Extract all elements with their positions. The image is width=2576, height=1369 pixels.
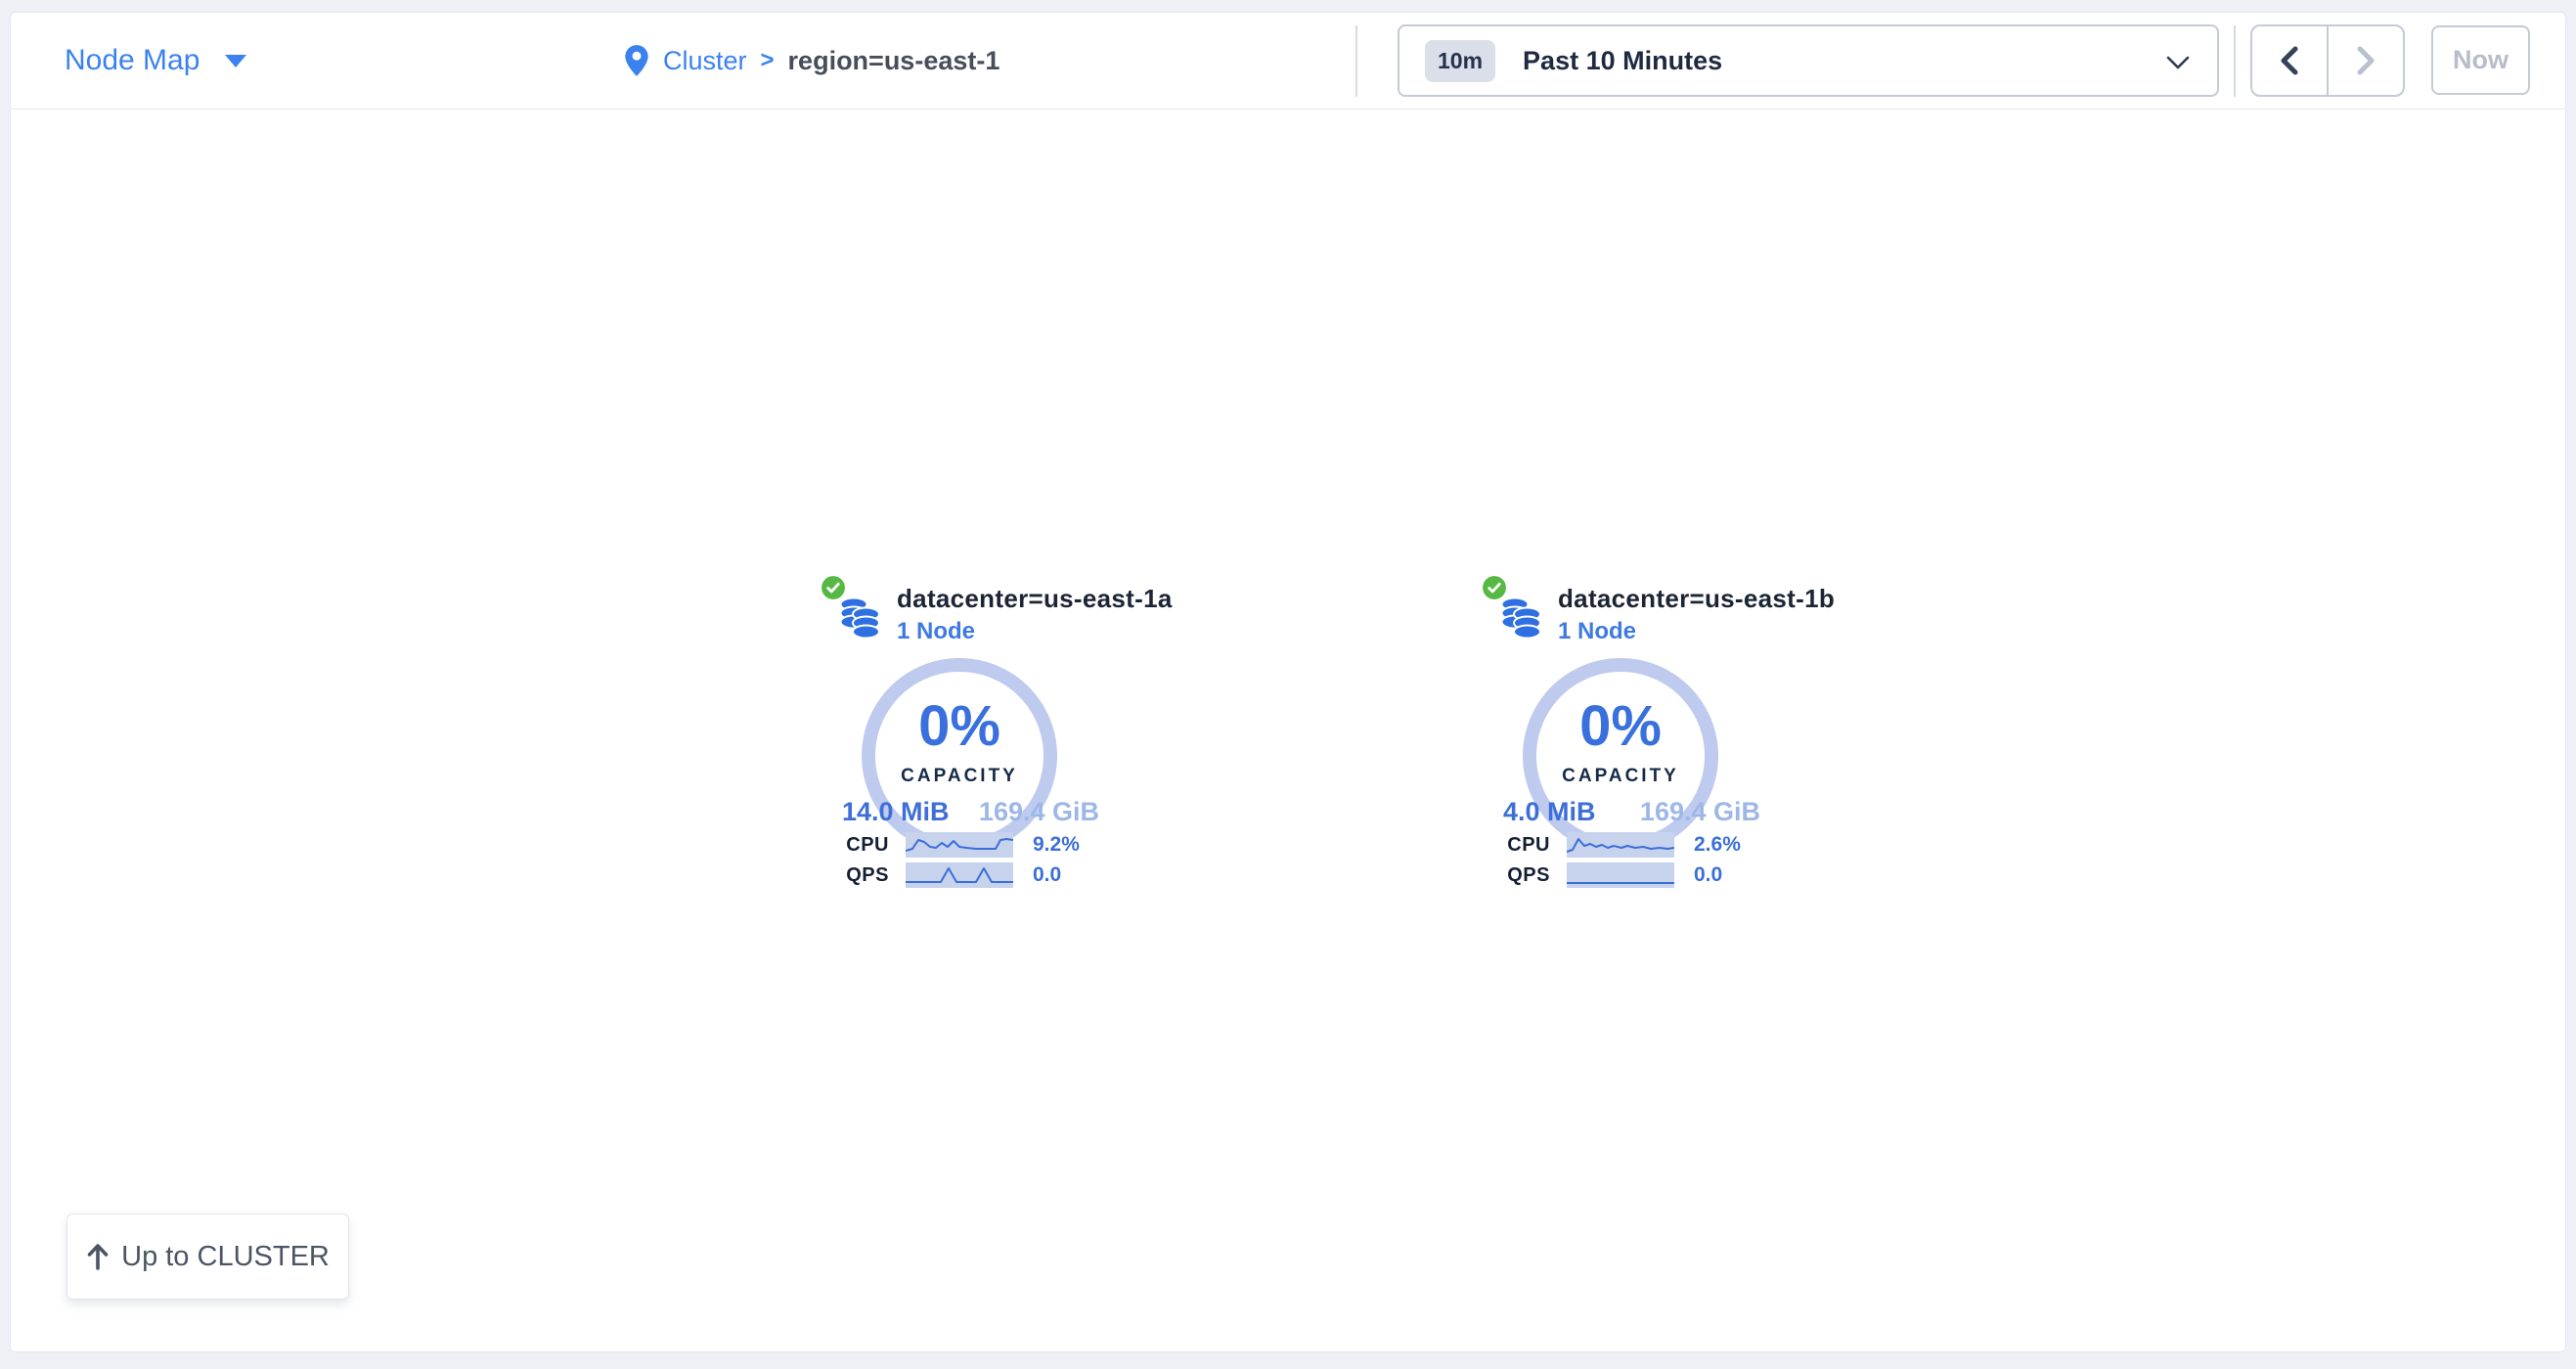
- time-window-badge: 10m: [1425, 40, 1495, 82]
- chevron-down-icon: [2166, 56, 2190, 70]
- node-map-panel: Node Map Cluster > region=us-east-1 10m …: [10, 12, 2566, 1352]
- chevron-right-icon: [2356, 46, 2376, 75]
- capacity-range: 14.0 MiB 169.4 GiB: [842, 797, 1099, 827]
- qps-metric-row: QPS 0.0: [793, 862, 1126, 888]
- qps-sparkline: [1567, 862, 1674, 888]
- cpu-label: CPU: [793, 834, 889, 857]
- header-bar: Node Map Cluster > region=us-east-1 10m …: [11, 13, 2565, 110]
- time-nav-group: [2250, 24, 2405, 97]
- time-prev-button[interactable]: [2252, 26, 2329, 95]
- datacenter-card-us-east-1b[interactable]: datacenter=us-east-1b 1 Node 0% CAPACITY…: [1454, 576, 1787, 912]
- view-selector-dropdown[interactable]: Node Map: [65, 13, 246, 109]
- breadcrumb-current-region: region=us-east-1: [788, 46, 1000, 76]
- healthy-check-icon: [822, 576, 845, 599]
- datacenter-card-us-east-1a[interactable]: datacenter=us-east-1a 1 Node 0% CAPACITY…: [793, 576, 1126, 912]
- cpu-sparkline: [1567, 832, 1674, 858]
- cpu-label: CPU: [1454, 834, 1550, 857]
- view-selector-label: Node Map: [65, 44, 200, 77]
- qps-value: 0.0: [1694, 863, 1722, 887]
- cpu-metric-row: CPU 2.6%: [1454, 832, 1787, 858]
- cpu-sparkline: [906, 832, 1013, 858]
- qps-label: QPS: [1454, 864, 1550, 887]
- cpu-value: 9.2%: [1033, 833, 1080, 857]
- capacity-percent: 0%: [862, 693, 1057, 759]
- time-next-button[interactable]: [2329, 26, 2403, 95]
- database-stack-icon: [839, 595, 880, 641]
- now-button[interactable]: Now: [2431, 25, 2530, 95]
- datacenter-node-count: 1 Node: [897, 618, 975, 645]
- qps-sparkline: [906, 862, 1013, 888]
- header-divider: [1355, 25, 1357, 97]
- capacity-total: 169.4 GiB: [979, 797, 1099, 827]
- capacity-used: 4.0 MiB: [1503, 797, 1596, 827]
- breadcrumb: Cluster > region=us-east-1: [624, 13, 999, 109]
- breadcrumb-cluster-link[interactable]: Cluster: [663, 46, 747, 76]
- qps-value: 0.0: [1033, 863, 1061, 887]
- datacenter-node-count: 1 Node: [1558, 618, 1636, 645]
- chevron-left-icon: [2280, 46, 2299, 75]
- capacity-used: 14.0 MiB: [842, 797, 950, 827]
- capacity-label: CAPACITY: [1523, 766, 1718, 787]
- header-divider: [2234, 25, 2236, 97]
- healthy-check-icon: [1483, 576, 1506, 599]
- caret-down-icon: [225, 55, 246, 67]
- database-stack-icon: [1500, 595, 1541, 641]
- up-arrow-icon: [86, 1243, 110, 1270]
- datacenter-title: datacenter=us-east-1b: [1558, 584, 1835, 614]
- time-window-label: Past 10 Minutes: [1523, 46, 1722, 76]
- capacity-percent: 0%: [1523, 693, 1718, 759]
- capacity-label: CAPACITY: [862, 766, 1057, 787]
- qps-label: QPS: [793, 864, 889, 887]
- location-pin-icon: [624, 44, 649, 77]
- cpu-metric-row: CPU 9.2%: [793, 832, 1126, 858]
- up-to-cluster-button[interactable]: Up to CLUSTER: [67, 1214, 349, 1300]
- capacity-total: 169.4 GiB: [1640, 797, 1760, 827]
- breadcrumb-separator: >: [761, 47, 775, 74]
- up-to-cluster-label: Up to CLUSTER: [121, 1241, 330, 1273]
- datacenter-title: datacenter=us-east-1a: [897, 584, 1173, 614]
- time-window-select[interactable]: 10m Past 10 Minutes: [1398, 24, 2219, 97]
- capacity-range: 4.0 MiB 169.4 GiB: [1503, 797, 1760, 827]
- cpu-value: 2.6%: [1694, 833, 1741, 857]
- qps-metric-row: QPS 0.0: [1454, 862, 1787, 888]
